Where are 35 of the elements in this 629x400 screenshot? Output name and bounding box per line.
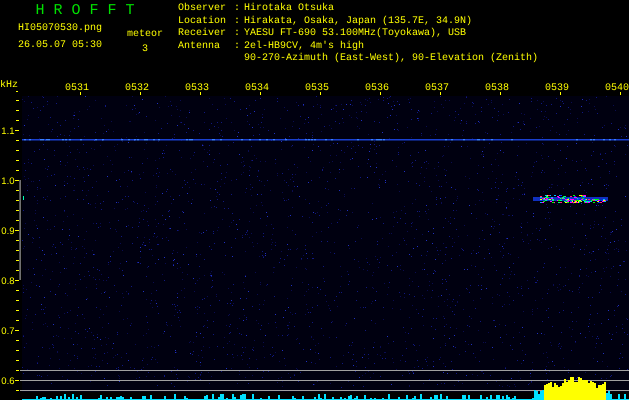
frequency-label: 0.7	[1, 326, 14, 337]
field-label: Antenna	[178, 40, 222, 54]
field-value: YAESU FT-690 53.100MHz(Toyokawa), USB	[244, 28, 466, 40]
unit-label: kHz	[0, 80, 18, 91]
time-label: 0532	[125, 83, 149, 94]
meteor-count: 3	[140, 44, 149, 56]
time-label: 0536	[365, 83, 389, 94]
time-label: 0531	[65, 83, 89, 94]
field-value: 2el-HB9CV, 4m's high	[244, 40, 366, 52]
meteor-label: meteor	[126, 29, 164, 42]
field-value: Hirakata, Osaka, Japan (135.7E, 34.9N)	[244, 16, 472, 28]
frequency-label: 0.8	[1, 276, 14, 287]
time-label: 0535	[305, 83, 329, 94]
time-label: 0538	[485, 83, 509, 94]
field-value: Hirotaka Otsuka	[244, 3, 334, 16]
frequency-label: 0.6	[1, 376, 14, 387]
frequency-label: 0.9	[1, 226, 14, 237]
separator: :	[234, 28, 242, 40]
time-label: 0537	[425, 83, 449, 94]
time-label: 0533	[185, 83, 209, 94]
time-label: 0534	[245, 83, 269, 94]
time-label: 0539	[545, 83, 569, 94]
time-label: 0540	[605, 83, 629, 94]
separator: :	[234, 3, 242, 16]
file-name: HI05070530.png	[18, 23, 104, 36]
field-label: Location	[178, 16, 228, 28]
field-label: Observer	[178, 3, 228, 16]
frequency-label: 1.1	[1, 126, 14, 137]
field-value: 90-270-Azimuth (East-West), 90-Elevation (Zenith)	[244, 53, 538, 66]
field-label: Receiver	[178, 28, 228, 40]
timestamp: 26.05.07 05:30	[18, 40, 104, 52]
frequency-label: 1.0	[1, 176, 14, 187]
separator: :	[234, 40, 242, 54]
separator: :	[234, 16, 242, 28]
app-title: H R O F F T	[34, 3, 136, 19]
